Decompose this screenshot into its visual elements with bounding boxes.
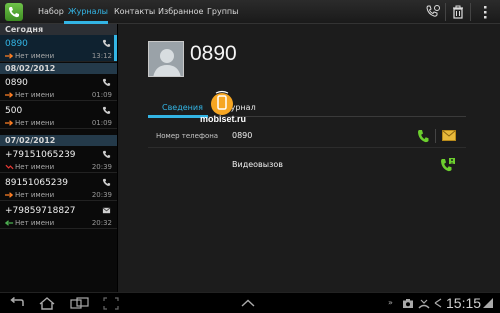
- active-tab-indicator: [148, 115, 208, 118]
- call-icon: [102, 78, 111, 86]
- avatar[interactable]: [148, 41, 184, 77]
- video-call-row[interactable]: Видеовызов: [148, 153, 466, 177]
- watermark-text: mobiset.ru: [200, 114, 247, 124]
- entry-name: Нет имени: [15, 91, 55, 99]
- phone-app-icon[interactable]: [5, 3, 23, 21]
- call-log-list: Сегодня 0890 Нет имени 13:12 08/02/2012 …: [0, 24, 117, 292]
- message-icon[interactable]: [442, 130, 456, 141]
- outgoing-call-arrow-icon: [5, 192, 14, 198]
- action-bar: Набор Журналы Контакты Избранное Группы: [0, 0, 500, 24]
- call-log-item[interactable]: 0890 Нет имени 01:09: [0, 74, 117, 101]
- tab-groups[interactable]: Группы: [207, 0, 238, 24]
- entry-name: Нет имени: [15, 191, 55, 199]
- missed-call-icon: [5, 164, 14, 170]
- entry-number: 0890: [5, 78, 28, 88]
- call-icon: [102, 150, 111, 158]
- call-icon: [102, 178, 111, 186]
- entry-number: 0890: [5, 39, 28, 49]
- entry-name: Нет имени: [15, 163, 55, 171]
- outgoing-call-arrow-icon: [5, 92, 14, 98]
- tab-details[interactable]: Сведения: [162, 103, 203, 112]
- outgoing-call-arrow-icon: [5, 120, 14, 126]
- separator: [435, 129, 436, 143]
- camera-icon: [403, 299, 413, 308]
- call-icon[interactable]: [417, 129, 429, 143]
- home-icon[interactable]: [38, 297, 56, 310]
- phone-number-row[interactable]: Номер телефона 0890: [148, 124, 466, 148]
- tab-favorites[interactable]: Избранное: [158, 0, 203, 24]
- call-icon: [102, 106, 111, 114]
- tab-contacts[interactable]: Контакты: [114, 0, 155, 24]
- entry-name: Нет имени: [15, 52, 55, 60]
- chevron-up-icon[interactable]: [240, 299, 256, 307]
- section-header: 08/02/2012: [0, 63, 117, 74]
- system-bar: » 15:15: [0, 292, 500, 313]
- tab-dialpad[interactable]: Набор: [38, 0, 64, 24]
- video-call-icon[interactable]: [440, 157, 456, 172]
- entry-time: 20:39: [91, 163, 112, 171]
- entry-time: 01:09: [91, 91, 112, 99]
- video-call-label: Видеовызов: [232, 160, 283, 169]
- entry-name: Нет имени: [15, 219, 55, 227]
- separator: [470, 3, 471, 21]
- entry-name: Нет имени: [15, 119, 55, 127]
- entry-number: 89151065239: [5, 178, 68, 188]
- missed-call-notification-icon: [418, 299, 430, 309]
- call-log-item[interactable]: 89151065239 Нет имени 20:39: [0, 174, 117, 201]
- entry-time: 20:32: [91, 219, 112, 227]
- phone-label: Номер телефона: [156, 132, 219, 140]
- delete-icon[interactable]: [449, 3, 467, 21]
- contact-detail-panel: 0890 Сведения Журнал Номер телефона 0890…: [118, 24, 500, 292]
- outgoing-call-arrow-icon: [5, 53, 14, 59]
- call-log-item[interactable]: +79859718827 Нет имени 20:32: [0, 202, 117, 229]
- call-log-item[interactable]: 0890 Нет имени 13:12: [0, 35, 117, 62]
- section-header: 07/02/2012: [0, 135, 117, 146]
- separator: [445, 3, 446, 21]
- overflow-menu-icon[interactable]: [476, 3, 494, 21]
- clock: 15:15: [446, 295, 482, 311]
- call-log-item[interactable]: 500 Нет имени 01:09: [0, 102, 117, 129]
- call-icon: [102, 39, 111, 47]
- entry-time: 20:39: [91, 191, 112, 199]
- section-header: Сегодня: [0, 24, 117, 35]
- entry-number: +79151065239: [5, 150, 76, 160]
- signal-icon: [434, 298, 442, 308]
- entry-time: 13:12: [91, 52, 112, 60]
- back-icon[interactable]: [8, 297, 26, 309]
- selection-indicator: [114, 35, 117, 61]
- entry-number: +79859718827: [5, 206, 76, 216]
- entry-time: 01:09: [91, 119, 112, 127]
- call-log-item[interactable]: +79151065239 Нет имени 20:39: [0, 146, 117, 173]
- entry-number: 500: [5, 106, 23, 116]
- call-settings-icon[interactable]: [424, 3, 442, 21]
- watermark-logo: [211, 90, 233, 115]
- incoming-arrow-icon: [5, 220, 14, 226]
- phone-value: 0890: [232, 131, 253, 140]
- message-icon: [102, 207, 111, 214]
- contact-name: 0890: [190, 42, 237, 65]
- notification-icon: »: [388, 298, 393, 307]
- signal-strength-icon: [483, 298, 493, 308]
- recent-apps-icon[interactable]: [70, 297, 90, 310]
- screenshot-icon[interactable]: [102, 297, 120, 310]
